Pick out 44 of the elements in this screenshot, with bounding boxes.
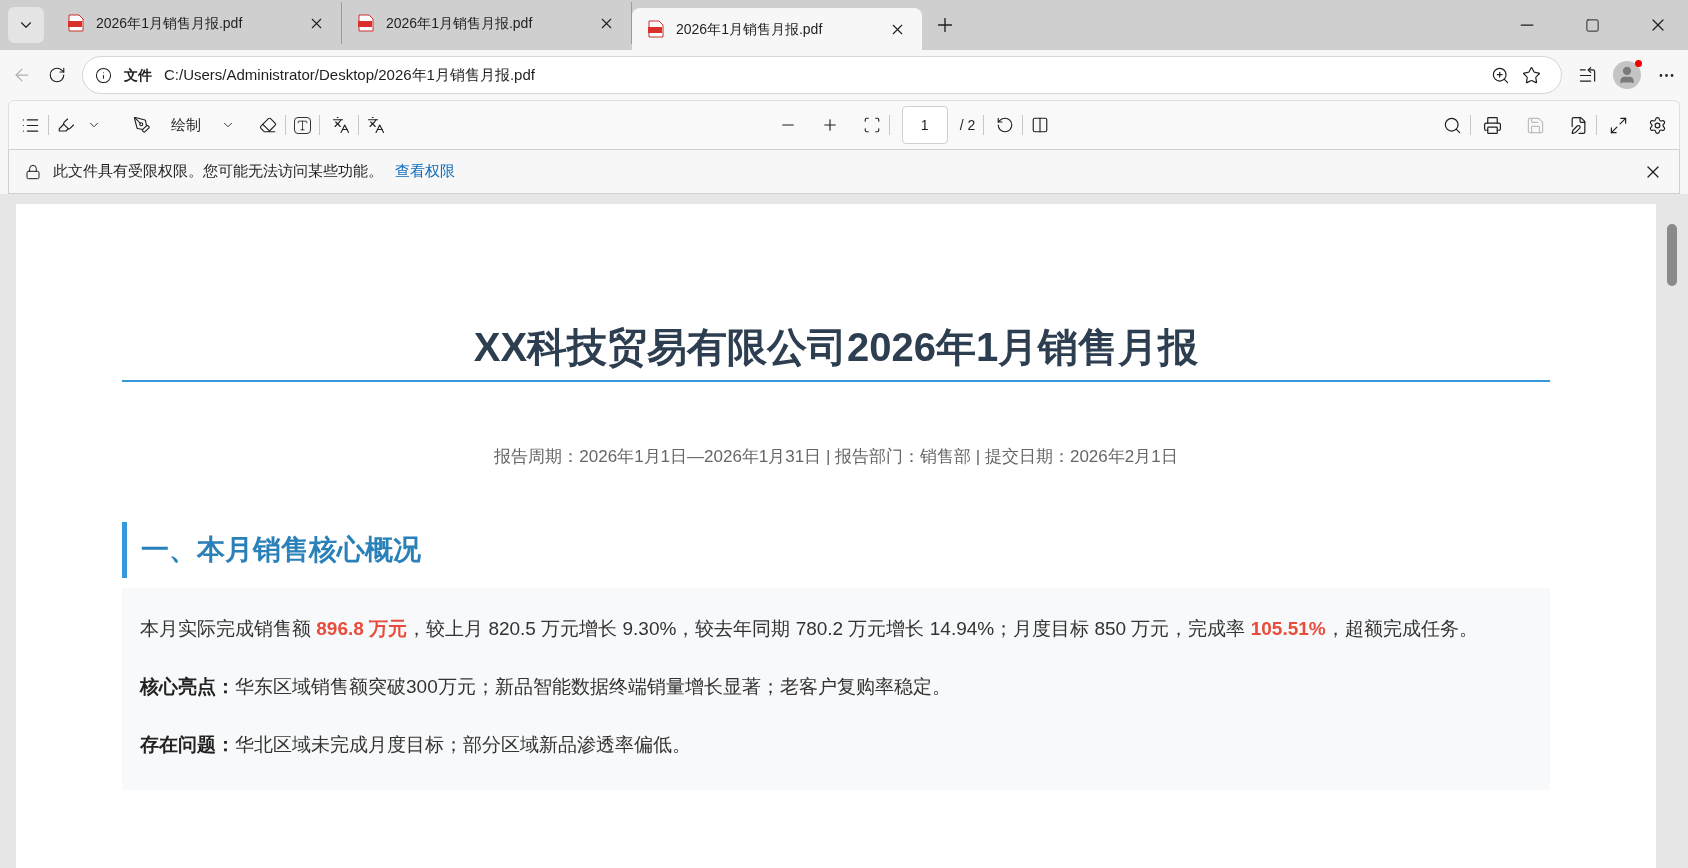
url-text: C:/Users/Administrator/Desktop/2026年1月销售月报.pdf (164, 64, 536, 85)
summary-paragraph: 本月实际完成销售额 896.8 万元，较上月 820.5 万元增长 9.30%，较去年同期 780.2 万元增长 14.94%；月度目标 850 万元，完成率 105.51%，超额完成任务。 (140, 616, 1479, 641)
document-title: XX科技贸易有限公司2026年1月销售月报 (122, 322, 1550, 382)
tab-title: 2026年1月销售月报.pdf (96, 13, 244, 33)
scheme-label: 文件 (124, 65, 152, 85)
profile-avatar[interactable] (1613, 61, 1641, 89)
tab-title: 2026年1月销售月报.pdf (386, 13, 534, 33)
page-view-icon[interactable] (1031, 116, 1050, 134)
settings-icon[interactable] (1648, 115, 1667, 135)
zoom-in-icon[interactable] (1491, 65, 1510, 85)
report-meta: 报告周期：2026年1月1日—2026年1月31日 | 报告部门：销售部 | 提交日期：2026年2月1日 (493, 446, 1179, 468)
pen-icon[interactable] (133, 116, 151, 134)
fullscreen-icon[interactable] (1609, 115, 1628, 135)
highlighter-icon[interactable] (57, 116, 75, 134)
browser-tab[interactable]: 2026年1月销售月报.pdf (342, 2, 632, 44)
summary-paragraph: 核心亮点：华东区域销售额突破300万元；新品智能数据终端销量增长显著；老客户复购率稳定。 (140, 674, 952, 699)
lock-icon (25, 163, 41, 180)
rotate-icon[interactable] (996, 116, 1015, 134)
pdf-file-icon (648, 20, 664, 38)
browser-tab[interactable]: 2026年1月销售月报.pdf (52, 2, 342, 44)
tab-title: 2026年1月销售月报.pdf (676, 19, 824, 39)
person-icon (1617, 65, 1637, 85)
permission-message: 此文件具有受限权限。您可能无法访问某些功能。 (53, 161, 383, 182)
pdf-file-icon (358, 14, 374, 32)
draw-button[interactable]: 绘制 (167, 113, 205, 137)
page-number-field[interactable]: 1 (901, 106, 948, 144)
star-icon[interactable] (1522, 65, 1541, 85)
save-as-icon[interactable] (1569, 115, 1588, 135)
search-icon[interactable] (1443, 115, 1462, 135)
summary-paragraph: 存在问题：华北区域未完成月度目标；部分区域新品渗透率偏低。 (140, 732, 692, 757)
maximize-icon[interactable] (1585, 17, 1600, 33)
refresh-icon[interactable] (48, 66, 66, 84)
view-permissions-link[interactable]: 查看权限 (395, 160, 455, 183)
page-total: / 2 (959, 115, 976, 135)
section-heading: 一、本月销售核心概况 (122, 521, 1550, 578)
text-box-icon[interactable] (294, 116, 311, 134)
browser-tab[interactable]: 2026年1月销售月报.pdf (632, 8, 922, 50)
pdf-file-icon (68, 14, 84, 32)
eraser-icon[interactable] (259, 116, 277, 134)
translate-icon[interactable] (367, 116, 385, 134)
info-icon[interactable] (95, 66, 112, 84)
address-field[interactable]: 文件 C:/Users/Administrator/Desktop/2026年1月销售月报.pdf (82, 56, 1562, 94)
print-icon[interactable] (1483, 115, 1502, 135)
fit-page-icon[interactable] (862, 116, 881, 134)
